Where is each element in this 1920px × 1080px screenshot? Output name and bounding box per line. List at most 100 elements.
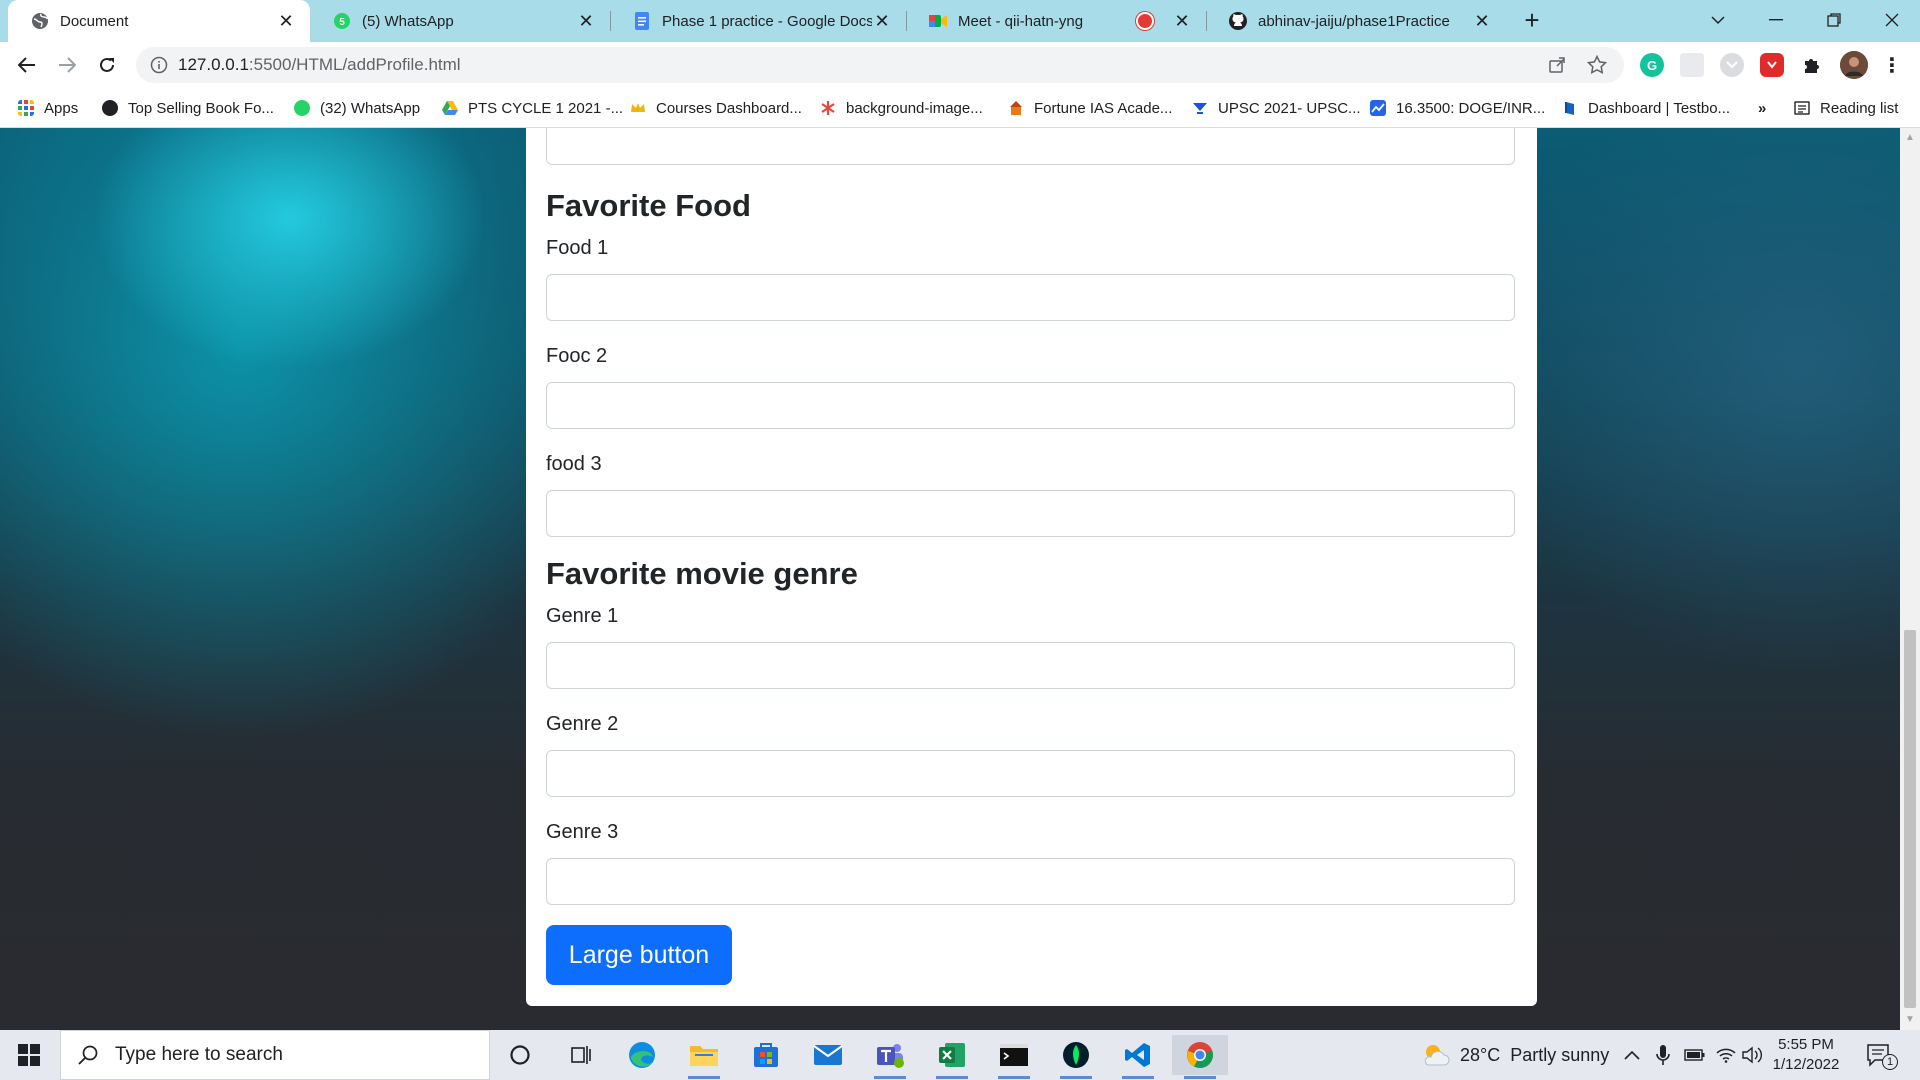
tab-github[interactable]: abhinav-jaiju/phase1Practice ✕ [1206,0,1506,42]
extensions-puzzle-icon[interactable] [1800,53,1824,77]
food-1-input[interactable] [546,274,1515,321]
vscode-icon[interactable] [1110,1035,1166,1079]
volume-icon[interactable] [1742,1030,1764,1080]
microsoft-store-icon[interactable] [738,1035,794,1075]
address-bar[interactable]: 127.0.0.1:5500/HTML/addProfile.html [136,47,1624,83]
scroll-down-arrow-icon[interactable]: ▼ [1904,1014,1916,1026]
shield-icon[interactable] [1760,53,1784,77]
bookmark-courses-dashboard[interactable]: Courses Dashboard... [630,97,802,119]
github-icon [1228,11,1248,31]
bookmark-apps[interactable]: Apps [18,97,78,119]
edge-icon[interactable] [614,1035,670,1075]
weather-widget[interactable]: 28°C Partly sunny [1422,1030,1609,1080]
file-explorer-icon[interactable] [676,1035,732,1079]
tab-document[interactable]: Document ✕ [8,0,310,42]
genre-1-label: Genre 1 [546,605,619,627]
food-2-input[interactable] [546,382,1515,429]
terminal-icon[interactable] [986,1035,1042,1079]
genre-3-input[interactable] [546,858,1515,905]
pocket-icon[interactable] [1720,53,1744,77]
food-3-input[interactable] [546,490,1515,537]
new-tab-plus-icon[interactable]: + [1520,7,1544,33]
back-arrow-icon[interactable] [12,50,42,80]
grammarly-icon[interactable]: G [1640,53,1664,77]
tab-close-icon[interactable]: ✕ [576,11,596,31]
battery-icon[interactable] [1684,1030,1706,1080]
large-submit-button[interactable]: Large button [546,925,732,985]
bookmark-doge-inr[interactable]: 16.3500: DOGE/INR... [1370,97,1545,119]
taskbar-search-input[interactable] [113,1043,437,1067]
more-bookmarks-chevron[interactable]: » [1758,97,1766,119]
genre-2-input[interactable] [546,750,1515,797]
extension-placeholder-icon[interactable] [1680,53,1704,77]
bookmark-testbook-dashboard[interactable]: Dashboard | Testbo... [1562,97,1730,119]
tab-close-icon[interactable]: ✕ [872,11,892,31]
wifi-icon[interactable] [1716,1030,1736,1080]
bookmark-pts-cycle[interactable]: PTS CYCLE 1 2021 -... [442,97,623,119]
notification-count: 1 [1882,1054,1898,1070]
bookmark-top-selling-book[interactable]: Top Selling Book Fo... [102,97,274,119]
tab-title: (5) WhatsApp [362,12,454,30]
favorite-movie-genre-heading: Favorite movie genre [546,556,858,591]
previous-field-input[interactable] [546,128,1515,165]
windows-taskbar: 28°C Partly sunny 5:55 PM 1/12/2022 1 [0,1030,1920,1080]
forward-arrow-icon[interactable] [52,50,82,80]
tab-whatsapp[interactable]: 5 (5) WhatsApp ✕ [310,0,610,42]
scroll-up-arrow-icon[interactable]: ▲ [1904,132,1916,144]
mongodb-compass-icon[interactable] [1048,1035,1104,1079]
asterisk-icon [821,101,835,115]
bookmark-whatsapp[interactable]: (32) WhatsApp [294,97,420,119]
mail-icon[interactable] [800,1035,856,1075]
tab-close-icon[interactable]: ✕ [1172,11,1192,31]
browser-menu-kebab-icon[interactable]: ⋮ [1880,53,1904,77]
tab-google-meet[interactable]: Meet - qii-hatn-yng ✕ [906,0,1206,42]
profile-form-card: Favorite Food Food 1 Fooc 2 food 3 Favor… [526,128,1537,1006]
reload-icon[interactable] [92,50,122,80]
tab-search-chevron-icon[interactable] [1690,0,1746,40]
genre-3-label: Genre 3 [546,821,619,843]
restore-icon[interactable] [1806,0,1862,40]
tab-close-icon[interactable]: ✕ [1472,11,1492,31]
temple-icon [1010,101,1022,115]
bookmark-label: (32) WhatsApp [320,99,421,117]
tab-title: Meet - qii-hatn-yng [958,12,1084,30]
browser-tab-strip: Document ✕ 5 (5) WhatsApp ✕ Phase 1 prac… [0,0,1920,42]
genre-1-input[interactable] [546,642,1515,689]
taskbar-clock[interactable]: 5:55 PM 1/12/2022 [1766,1035,1846,1075]
bookmark-label: 16.3500: DOGE/INR... [1396,99,1546,117]
whatsapp-icon: 5 [332,11,352,31]
partly-sunny-icon [1424,1045,1450,1066]
notifications-icon[interactable]: 1 [1866,1030,1898,1080]
scrollbar-thumb[interactable] [1904,630,1916,1008]
chrome-icon[interactable] [1172,1035,1228,1079]
close-window-icon[interactable] [1864,0,1920,40]
food-2-label: Fooc 2 [546,345,608,367]
clock-date: 1/12/2022 [1772,1056,1840,1073]
clock-time: 5:55 PM [1778,1036,1834,1053]
teams-icon[interactable] [862,1035,918,1079]
show-hidden-icons-chevron-icon[interactable] [1624,1030,1640,1080]
taskbar-search-box[interactable] [60,1030,490,1080]
testbook-icon [1565,102,1574,115]
tab-google-docs[interactable]: Phase 1 practice - Google Docs ✕ [610,0,906,42]
food-1-label: Food 1 [546,237,609,259]
bookmark-star-icon[interactable] [1586,54,1608,76]
reading-list-button[interactable]: Reading list [1794,97,1898,119]
share-icon[interactable] [1546,54,1568,76]
google-drive-icon [442,101,458,115]
tab-title: abhinav-jaiju/phase1Practice [1258,12,1450,30]
minimize-icon[interactable] [1748,0,1804,40]
bookmark-label: PTS CYCLE 1 2021 -... [468,99,624,117]
weather-text: 28°C Partly sunny [1460,1044,1610,1065]
bookmark-background-image[interactable]: background-image... [820,97,983,119]
tab-close-icon[interactable]: ✕ [276,11,296,31]
task-view-icon[interactable] [552,1035,608,1075]
excel-icon[interactable] [924,1035,980,1079]
bookmark-fortune-ias[interactable]: Fortune IAS Acade... [1008,97,1172,119]
cortana-icon[interactable] [492,1035,548,1075]
site-info-icon[interactable] [150,56,168,74]
windows-start-icon[interactable] [0,1030,58,1080]
profile-avatar[interactable] [1840,51,1868,79]
bookmark-upsc-2021[interactable]: UPSC 2021- UPSC... [1192,97,1361,119]
microphone-icon[interactable] [1656,1030,1670,1080]
